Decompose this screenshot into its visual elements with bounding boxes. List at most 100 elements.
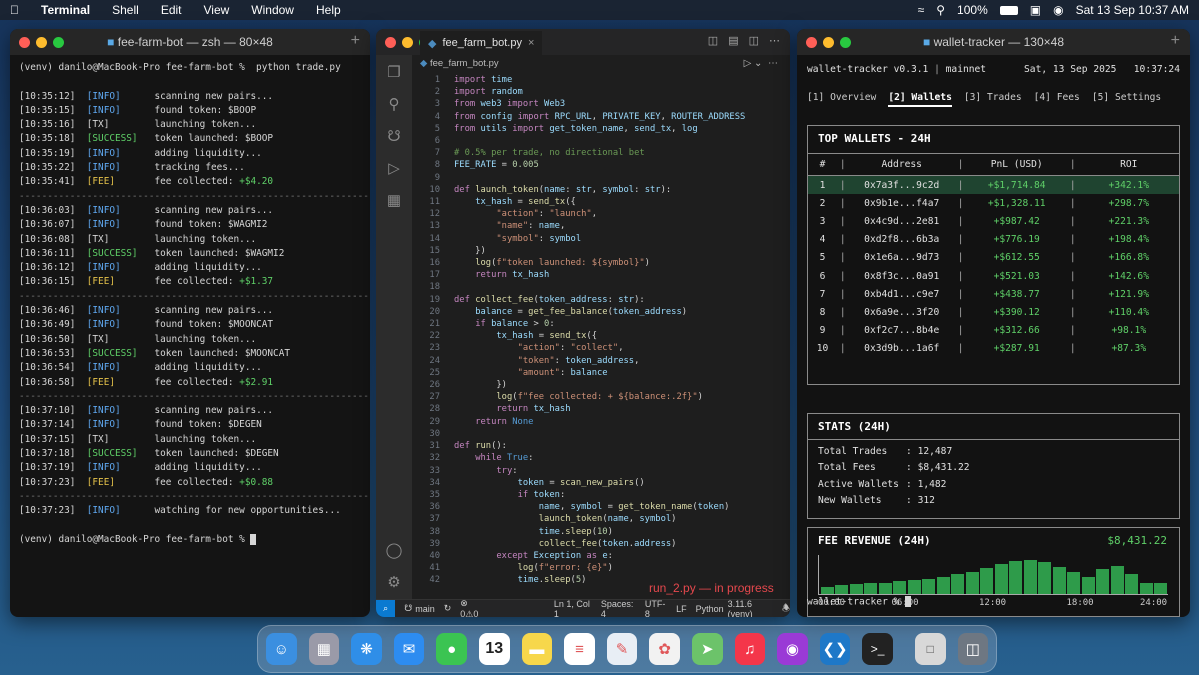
wallet-address[interactable]: 0x6a9e...3f20 — [849, 307, 955, 318]
terminal-window-bot[interactable]: ■ fee-farm-bot — zsh — 80×48 + (venv) da… — [10, 29, 370, 617]
table-row[interactable]: 5 | 0x1e6a...9d73 | +$612.55 | +166.8% — [808, 249, 1179, 267]
menu-help[interactable]: Help — [316, 3, 341, 17]
control-center-icon[interactable]: ◉ — [1053, 3, 1063, 17]
mail-icon[interactable]: ✉ — [393, 633, 425, 665]
tab-wallets[interactable]: [2] Wallets — [888, 92, 952, 107]
reminders-icon[interactable]: ≡ — [564, 633, 595, 665]
title-bar[interactable]: ■ wallet-tracker — 130×48 + — [797, 29, 1190, 55]
table-row[interactable]: 10 | 0x3d9b...1a6f | +$287.91 | +87.3% — [808, 340, 1179, 358]
vscode-window[interactable]: ◆ fee_farm_bot.py × ◫ ▤ ◫ ⋯ ❐ ⚲ ☋ ▷ ▦ ◯ ⚙ ◆ fe… — [376, 29, 790, 617]
language-mode[interactable]: Python — [696, 604, 724, 614]
problems-indicator[interactable]: ⊗ 0⚠0 — [460, 598, 485, 618]
encoding[interactable]: UTF-8 — [645, 599, 667, 618]
cursor-position[interactable]: Ln 1, Col 1 — [554, 599, 592, 618]
messages-icon[interactable]: ● — [436, 633, 467, 665]
table-row[interactable]: 4 | 0xd2f8...6b3a | +$776.19 | +198.4% — [808, 231, 1179, 249]
clock[interactable]: Sat 13 Sep 10:37 AM — [1076, 3, 1189, 17]
source-control-icon[interactable]: ☋ — [387, 127, 400, 145]
search-icon[interactable]: ⚲ — [389, 95, 400, 113]
more-actions-icon[interactable]: ⋯ — [769, 34, 780, 47]
table-row[interactable]: 9 | 0xf2c7...8b4e | +$312.66 | +98.1% — [808, 322, 1179, 340]
battery-icon[interactable] — [999, 5, 1018, 15]
menu-shell[interactable]: Shell — [112, 3, 139, 17]
freeform-icon[interactable]: ✎ — [606, 633, 638, 665]
apple-menu-icon[interactable]:  — [10, 3, 19, 17]
git-branch[interactable]: main — [415, 604, 435, 614]
eol[interactable]: LF — [676, 604, 687, 614]
calendar-icon[interactable]: 13 — [478, 633, 510, 665]
terminal-output[interactable]: (venv) danilo@MacBook-Pro fee-farm-bot %… — [10, 55, 370, 553]
code-editor[interactable]: 1 import time 2 import random 3 from web3 imp… — [412, 74, 790, 599]
tab-overview[interactable]: [1] Overview — [807, 92, 876, 107]
vscode-icon[interactable]: ❮❯ — [819, 633, 851, 665]
explorer-icon[interactable]: ❐ — [387, 63, 400, 81]
music-icon[interactable]: ♫ — [734, 633, 766, 665]
table-row[interactable]: 8 | 0x6a9e...3f20 | +$390.12 | +110.4% — [808, 303, 1179, 321]
wallet-address[interactable]: 0xd2f8...6b3a — [849, 234, 955, 245]
wallet-address[interactable]: 0x3d9b...1a6f — [849, 343, 955, 354]
wallet-address[interactable]: 0x7a3f...9c2d — [849, 180, 955, 191]
tracker-tui[interactable]: wallet-tracker v0.3.1 | mainnet Sat, 13 … — [797, 55, 1190, 617]
more-icon[interactable]: ⋯ — [768, 58, 778, 69]
table-row[interactable]: 6 | 0x8f3c...0a91 | +$521.03 | +142.6% — [808, 267, 1179, 285]
toggle-panel-icon[interactable]: ▤ — [728, 34, 738, 47]
cell-divider: | — [957, 288, 964, 300]
app-menu[interactable]: Terminal — [41, 3, 90, 17]
trash-icon[interactable]: ◫ — [957, 633, 989, 665]
indentation[interactable]: Spaces: 4 — [601, 599, 636, 618]
tab-settings[interactable]: [5] Settings — [1092, 92, 1161, 107]
safari-icon[interactable]: ❋ — [351, 633, 382, 665]
wallet-address[interactable]: 0x4c9d...2e81 — [849, 216, 955, 227]
code-line: 21 if balance > 0: — [412, 318, 790, 330]
podcasts-icon[interactable]: ◉ — [777, 633, 808, 665]
extensions-icon[interactable]: ▦ — [387, 191, 401, 209]
minimize-button[interactable] — [402, 36, 413, 48]
toggle-sidebar-icon[interactable]: ◫ — [708, 34, 718, 47]
search-icon[interactable]: ⚲ — [936, 3, 945, 17]
finder-icon[interactable]: ☺ — [266, 633, 297, 665]
split-editor-icon[interactable]: ◫ — [749, 34, 759, 47]
settings-gear-icon[interactable]: ⚙ — [387, 573, 400, 591]
close-tab-icon[interactable]: × — [528, 37, 534, 49]
editor-tab[interactable]: ◆ fee_farm_bot.py × — [420, 31, 543, 55]
notes-icon[interactable]: ▬ — [521, 633, 553, 665]
close-button[interactable] — [385, 36, 396, 48]
remote-icon[interactable]: ⌕ — [376, 599, 396, 617]
tab-trades[interactable]: [3] Trades — [964, 92, 1022, 107]
wallet-address[interactable]: 0xf2c7...8b4e — [849, 325, 955, 336]
shell-prompt[interactable]: wallet-tracker % — [807, 596, 912, 608]
run-debug-icon[interactable]: ▷ — [388, 159, 400, 177]
wallet-address[interactable]: 0x8f3c...0a91 — [849, 271, 955, 282]
breadcrumb[interactable]: ◆ fee_farm_bot.py — [412, 55, 790, 73]
table-row[interactable]: 2 | 0x9b1e...f4a7 | +$1,328.11 | +298.7% — [808, 194, 1179, 212]
wallet-address[interactable]: 0xb4d1...c9e7 — [849, 289, 955, 300]
breadcrumb-file[interactable]: fee_farm_bot.py — [430, 58, 499, 69]
table-row[interactable]: 3 | 0x4c9d...2e81 | +$987.42 | +221.3% — [808, 212, 1179, 230]
title-bar[interactable]: ◆ fee_farm_bot.py × ◫ ▤ ◫ ⋯ — [376, 29, 790, 55]
tab-fees[interactable]: [4] Fees — [1034, 92, 1080, 107]
new-tab-button[interactable]: + — [351, 32, 360, 50]
menu-view[interactable]: View — [204, 3, 230, 17]
account-icon[interactable]: ◯ — [386, 541, 403, 559]
run-icon[interactable]: ▷ ⌄ — [744, 58, 763, 69]
wallet-address[interactable]: 0x1e6a...9d73 — [849, 252, 955, 263]
wifi-icon[interactable]: ≈ — [918, 3, 925, 17]
notifications-icon[interactable]: 🕭 — [782, 601, 790, 617]
photos-icon[interactable]: ✿ — [649, 633, 680, 665]
maps-icon[interactable]: ➤ — [691, 633, 723, 665]
sync-icon[interactable]: ↻ — [444, 603, 452, 614]
table-row[interactable]: 7 | 0xb4d1...c9e7 | +$438.77 | +121.9% — [808, 285, 1179, 303]
document-icon[interactable]: □ — [914, 633, 946, 665]
menu-window[interactable]: Window — [251, 3, 294, 17]
launchpad-icon[interactable]: ▦ — [308, 633, 340, 665]
battery-label[interactable]: 100% — [957, 3, 988, 17]
table-row[interactable]: 1 | 0x7a3f...9c2d | +$1,714.84 | +342.1% — [808, 176, 1179, 195]
menu-edit[interactable]: Edit — [161, 3, 182, 17]
python-version[interactable]: 3.11.6 (venv) — [728, 599, 773, 618]
terminal-icon[interactable]: >_ — [862, 633, 893, 665]
title-bar[interactable]: ■ fee-farm-bot — zsh — 80×48 + — [10, 29, 370, 55]
terminal-window-tracker[interactable]: ■ wallet-tracker — 130×48 + wallet-track… — [797, 29, 1190, 617]
new-tab-button[interactable]: + — [1171, 32, 1180, 50]
wallet-address[interactable]: 0x9b1e...f4a7 — [849, 198, 955, 209]
display-icon[interactable]: ▣ — [1030, 3, 1041, 17]
